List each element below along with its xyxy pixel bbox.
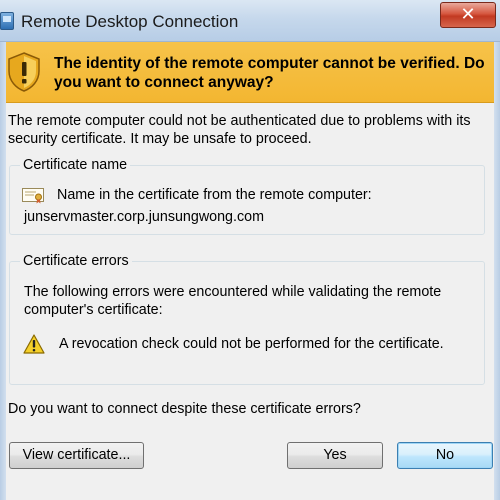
no-button[interactable]: No (397, 442, 493, 469)
certificate-icon (22, 188, 44, 204)
yes-button[interactable]: Yes (287, 442, 383, 469)
warning-triangle-icon (23, 334, 45, 354)
warning-banner: The identity of the remote computer cann… (6, 42, 494, 103)
banner-message: The identity of the remote computer cann… (54, 55, 485, 91)
connect-question: Do you want to connect despite these cer… (8, 401, 361, 417)
remote-desktop-icon (0, 12, 14, 30)
certificate-name-group: Certificate name Name in the certificate… (9, 156, 485, 235)
certificate-errors-intro: The following errors were encountered wh… (24, 284, 442, 318)
certificate-errors-title: Certificate errors (20, 252, 132, 270)
view-certificate-button[interactable]: View certificate... (9, 442, 144, 469)
certificate-name-value: junservmaster.corp.junsungwong.com (24, 209, 264, 225)
window-title: Remote Desktop Connection (21, 12, 239, 31)
title-bar[interactable]: Remote Desktop Connection ✕ (0, 0, 500, 42)
certificate-errors-group: Certificate errors The following errors … (9, 252, 485, 385)
certificate-name-label: Name in the certificate from the remote … (57, 187, 372, 203)
warning-shield-icon (8, 52, 40, 92)
close-button[interactable]: ✕ (440, 2, 496, 28)
dialog-content: The remote computer could not be authent… (6, 103, 494, 500)
intro-text: The remote computer could not be authent… (8, 113, 471, 147)
window-frame-right (494, 42, 500, 500)
certificate-name-title: Certificate name (20, 156, 131, 174)
certificate-error-item: A revocation check could not be performe… (59, 336, 444, 352)
